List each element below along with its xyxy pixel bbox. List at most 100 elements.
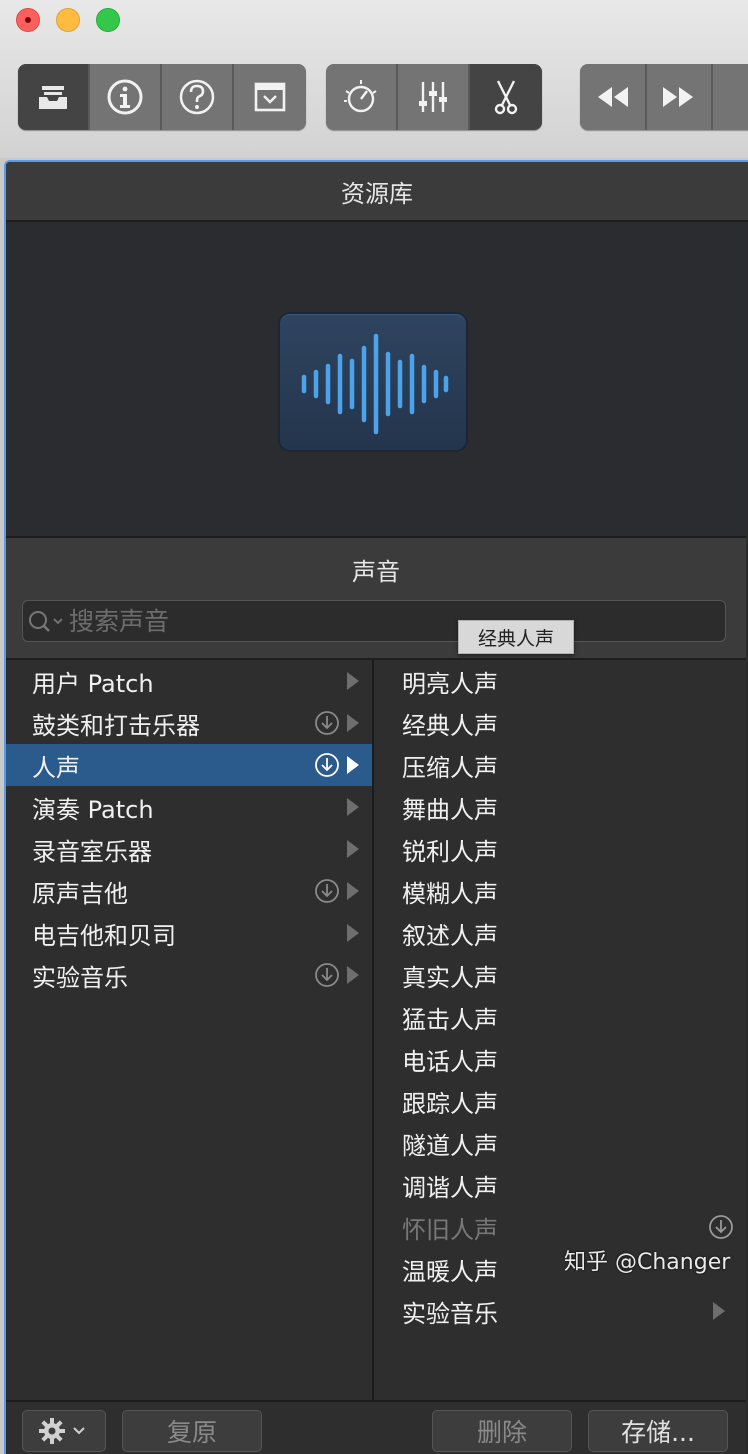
fast-forward-icon [663, 87, 694, 107]
settings-menu-button[interactable] [22, 1410, 106, 1452]
patch-item[interactable]: 明亮人声 [376, 660, 746, 702]
chevron-right-icon [347, 798, 359, 816]
category-label: 鼓类和打击乐器 [32, 711, 200, 740]
download-icon[interactable] [708, 1214, 734, 1240]
revert-button[interactable]: 复原 [122, 1410, 262, 1452]
search-field[interactable] [22, 600, 726, 642]
rewind-icon [598, 87, 629, 107]
patch-item[interactable]: 经典人声 [376, 702, 746, 744]
patch-item[interactable]: 叙述人声 [376, 912, 746, 954]
search-icon[interactable] [23, 602, 69, 640]
transport-toolbar-group [580, 64, 748, 130]
waveform-icon [301, 333, 449, 435]
patch-column: 明亮人声经典人声压缩人声舞曲人声锐利人声模糊人声叙述人声真实人声猛击人声电话人声… [376, 660, 746, 1400]
category-item[interactable]: 录音室乐器 [6, 828, 372, 870]
patch-item[interactable]: 电话人声 [376, 1038, 746, 1080]
view-toolbar-group [18, 64, 306, 130]
sound-browser: 用户 Patch 鼓类和打击乐器 人声演奏 Patch 录音室乐器原声吉他电吉他和贝司… [6, 660, 746, 1400]
library-button[interactable] [18, 64, 90, 130]
category-label: 录音室乐器 [32, 837, 152, 866]
category-label: 用户 Patch [32, 669, 154, 698]
minimize-window-button[interactable] [56, 8, 80, 32]
search-row [6, 600, 746, 660]
editors-icon [254, 82, 286, 112]
chevron-right-icon [347, 840, 359, 858]
patch-label: 经典人声 [402, 711, 498, 740]
patch-item[interactable]: 锐利人声 [376, 828, 746, 870]
patch-label: 隧道人声 [402, 1131, 498, 1160]
category-item[interactable]: 用户 Patch [6, 660, 372, 702]
patch-label: 电话人声 [402, 1047, 498, 1076]
download-icon[interactable] [314, 752, 340, 778]
zoom-window-button[interactable] [96, 8, 120, 32]
patch-label: 锐利人声 [402, 837, 498, 866]
category-item[interactable]: 电吉他和贝司 [6, 912, 372, 954]
patch-item[interactable]: 隧道人声 [376, 1122, 746, 1164]
patch-item[interactable]: 怀旧人声 [376, 1206, 746, 1248]
patch-item[interactable]: 跟踪人声 [376, 1080, 746, 1122]
category-label: 演奏 Patch [32, 795, 154, 824]
fast-forward-button[interactable] [646, 64, 714, 130]
scissors-icon [494, 80, 518, 115]
patch-label: 真实人声 [402, 963, 498, 992]
category-item[interactable]: 原声吉他 [6, 870, 372, 912]
chevron-right-icon [347, 882, 359, 900]
rewind-button[interactable] [580, 64, 647, 130]
category-item[interactable]: 实验音乐 [6, 954, 372, 996]
search-input[interactable] [69, 606, 725, 636]
close-window-button[interactable] [16, 8, 40, 32]
category-item[interactable]: 演奏 Patch [6, 786, 372, 828]
download-icon[interactable] [314, 710, 340, 736]
category-label: 实验音乐 [32, 963, 128, 992]
patch-item[interactable]: 真实人声 [376, 954, 746, 996]
patch-item[interactable]: 压缩人声 [376, 744, 746, 786]
category-label: 人声 [32, 753, 80, 782]
patch-label: 调谐人声 [402, 1173, 498, 1202]
patch-label: 明亮人声 [402, 669, 498, 698]
mixer-button[interactable] [398, 64, 470, 130]
patch-item[interactable]: 猛击人声 [376, 996, 746, 1038]
save-button[interactable]: 存储... [588, 1410, 728, 1452]
info-icon [107, 79, 143, 115]
patch-item[interactable]: 实验音乐 [376, 1290, 746, 1332]
smart-controls-icon [344, 80, 377, 113]
category-item[interactable]: 鼓类和打击乐器 [6, 702, 372, 744]
mixer-icon [419, 82, 447, 112]
help-button[interactable] [162, 64, 234, 130]
category-column: 用户 Patch 鼓类和打击乐器 人声演奏 Patch 录音室乐器原声吉他电吉他和贝司… [6, 660, 374, 1400]
download-icon[interactable] [314, 878, 340, 904]
chevron-right-icon [713, 1302, 725, 1320]
patch-label: 温暖人声 [402, 1257, 498, 1286]
help-icon [179, 79, 215, 115]
go-to-beginning-button[interactable] [713, 64, 748, 130]
patch-label: 跟踪人声 [402, 1089, 498, 1118]
patch-item[interactable]: 模糊人声 [376, 870, 746, 912]
patch-label: 实验音乐 [402, 1299, 498, 1328]
title-bar [0, 0, 748, 158]
sounds-title: 声音 [6, 538, 746, 600]
delete-button[interactable]: 删除 [432, 1410, 572, 1452]
patch-label: 猛击人声 [402, 1005, 498, 1034]
category-label: 电吉他和贝司 [32, 921, 176, 950]
tooltip: 经典人声 [458, 620, 574, 654]
patch-label: 怀旧人声 [402, 1215, 498, 1244]
chevron-right-icon [347, 966, 359, 984]
chevron-right-icon [347, 924, 359, 942]
scissors-button[interactable] [470, 64, 542, 130]
watermark: 知乎 @Changer [564, 1250, 731, 1275]
editors-button[interactable] [234, 64, 306, 130]
patch-preview [6, 224, 746, 538]
download-icon[interactable] [314, 962, 340, 988]
library-footer: 复原 删除 存储... [6, 1400, 746, 1454]
library-title: 资源库 [6, 162, 748, 222]
patch-item[interactable]: 舞曲人声 [376, 786, 746, 828]
chevron-right-icon [347, 672, 359, 690]
patch-label: 舞曲人声 [402, 795, 498, 824]
patch-label: 模糊人声 [402, 879, 498, 908]
edit-toolbar-group [326, 64, 542, 130]
info-button[interactable] [90, 64, 162, 130]
smart-controls-button[interactable] [326, 64, 398, 130]
patch-item[interactable]: 调谐人声 [376, 1164, 746, 1206]
category-item[interactable]: 人声 [6, 744, 372, 786]
patch-artwork [278, 312, 468, 452]
